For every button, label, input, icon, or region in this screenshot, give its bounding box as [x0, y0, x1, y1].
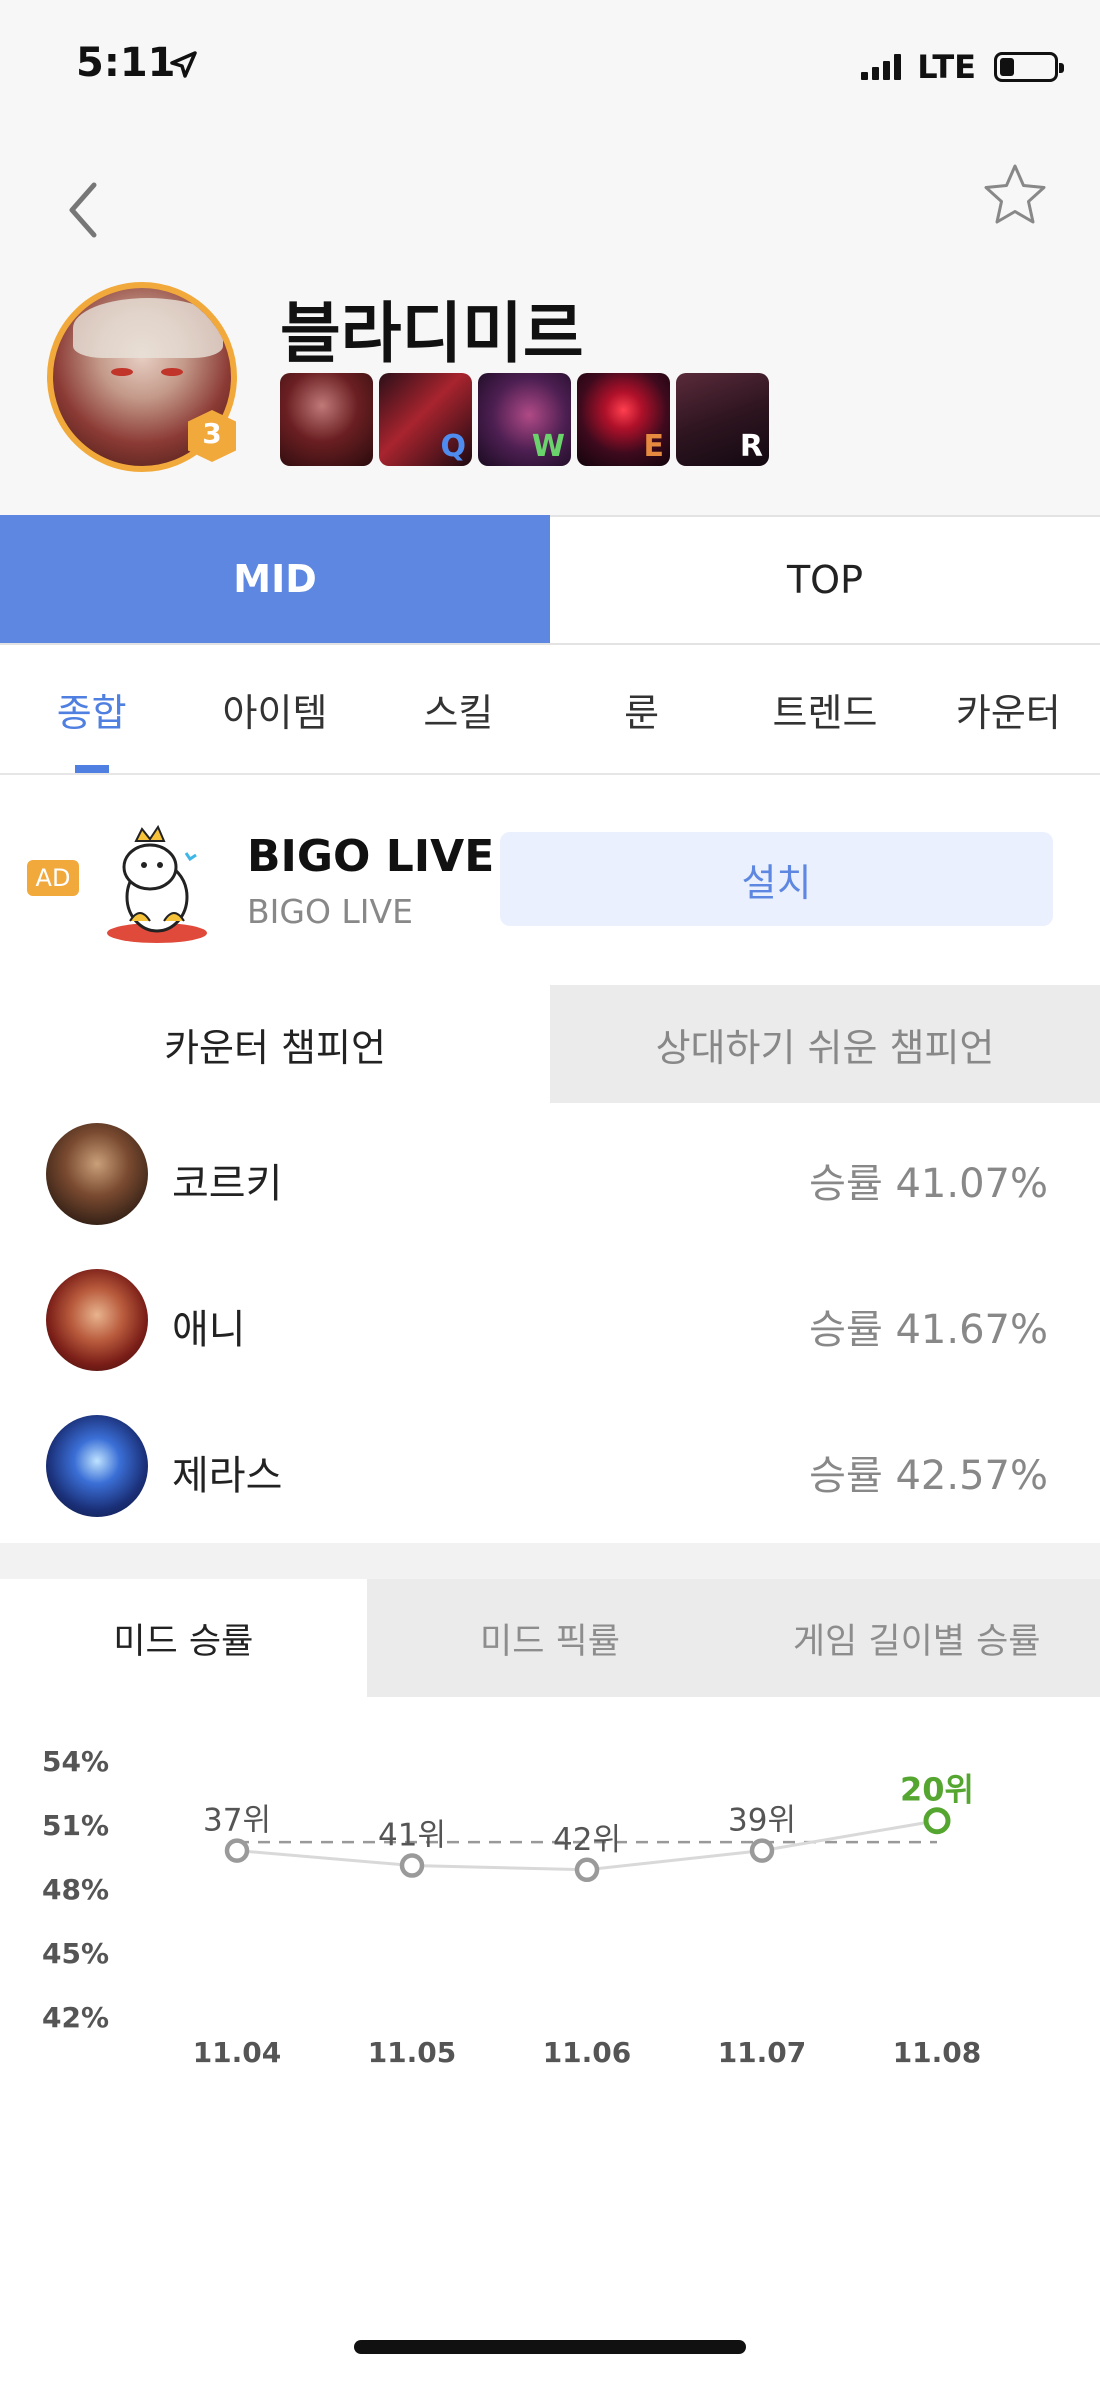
data-point [224, 1838, 250, 1863]
tab-skills[interactable]: 스킬 [367, 645, 550, 773]
win-rate: 승률 41.07% [809, 1161, 1048, 1207]
xerath-avatar [46, 1415, 148, 1517]
x-tick-label: 11.05 [368, 2036, 457, 2069]
r-skill-icon[interactable]: R [676, 373, 769, 466]
winrate-chart: 54% 51% 48% 45% 42% 11.04 11.05 11.06 11.07 11.08… [0, 1697, 1100, 2257]
favorite-star-icon[interactable] [980, 160, 1050, 230]
x-tick-label: 11.07 [718, 2036, 807, 2069]
rank-label: 41위 [378, 1818, 446, 1854]
tab-mid[interactable]: MID [0, 515, 550, 643]
tab-trends[interactable]: 트렌드 [733, 645, 916, 773]
status-time: 5:11 [76, 40, 176, 86]
list-item[interactable]: 코르키 승률 41.07% [0, 1103, 1100, 1249]
bigo-mascot-icon [107, 825, 207, 943]
tab-counter-champions[interactable]: 카운터 챔피언 [0, 985, 550, 1103]
counter-tabs: 카운터 챔피언 상대하기 쉬운 챔피언 [0, 985, 1100, 1103]
tab-winrate-by-length[interactable]: 게임 길이별 승률 [733, 1579, 1100, 1697]
data-point [574, 1857, 600, 1883]
counter-list: 코르키 승률 41.07% 애니 승률 41.67% 제라스 승률 42.57% [0, 1103, 1100, 1543]
tab-mid-winrate[interactable]: 미드 승률 [0, 1579, 367, 1697]
y-tick-label: 54% [42, 1745, 109, 1778]
tab-runes[interactable]: 룬 [550, 645, 733, 773]
q-skill-icon[interactable]: Q [379, 373, 472, 466]
active-tab-indicator [75, 765, 109, 773]
list-item[interactable]: 애니 승률 41.67% [0, 1249, 1100, 1395]
section-tabs: 종합 아이템 스킬 룬 트렌드 카운터 [0, 645, 1100, 775]
data-point [749, 1838, 775, 1863]
skill-icons: Q W E R [280, 373, 769, 466]
list-item[interactable]: 제라스 승률 42.57% [0, 1395, 1100, 1541]
y-tick-label: 42% [42, 2001, 109, 2034]
chart-tabs: 미드 승률 미드 픽률 게임 길이별 승률 [0, 1579, 1100, 1697]
annie-avatar [46, 1269, 148, 1371]
w-skill-icon[interactable]: W [478, 373, 571, 466]
install-button[interactable]: 설치 [500, 832, 1053, 926]
y-tick-label: 45% [42, 1937, 109, 1970]
rank-label: 37위 [203, 1803, 271, 1839]
tab-counters[interactable]: 카운터 [917, 645, 1100, 773]
win-rate: 승률 41.67% [809, 1307, 1048, 1353]
corki-avatar [46, 1123, 148, 1225]
e-skill-icon[interactable]: E [577, 373, 670, 466]
rank-label: 42위 [553, 1822, 621, 1858]
tab-top[interactable]: TOP [550, 515, 1100, 643]
back-chevron-icon[interactable] [58, 165, 118, 255]
tab-overview-label: 종합 [56, 690, 127, 735]
y-tick-label: 51% [42, 1809, 109, 1842]
tab-easy-champions[interactable]: 상대하기 쉬운 챔피언 [550, 985, 1100, 1103]
tab-items[interactable]: 아이템 [183, 645, 366, 773]
ad-badge: AD [27, 860, 79, 896]
champion-name: 애니 [172, 1307, 246, 1353]
location-arrow-icon [170, 51, 197, 78]
winrate-line-chart: 54% 51% 48% 45% 42% 11.04 11.05 11.06 11.07 11.08… [42, 1745, 982, 2069]
champion-name: 제라스 [172, 1453, 283, 1499]
network-label: LTE [917, 48, 976, 86]
passive-skill-icon[interactable] [280, 373, 373, 466]
ad-banner[interactable]: AD BIGO LIVE BIGO LIVE 설치 [0, 775, 1100, 985]
champion-name: 블라디미르 [280, 295, 584, 372]
home-indicator [354, 2340, 746, 2354]
status-indicators: LTE [861, 48, 1064, 86]
win-rate: 승률 42.57% [809, 1453, 1048, 1499]
tab-overview[interactable]: 종합 [0, 645, 183, 773]
tab-mid-pickrate[interactable]: 미드 픽률 [366, 1579, 734, 1697]
x-tick-label: 11.08 [893, 2036, 982, 2069]
signal-icon [861, 54, 902, 80]
rank-label: 20위 [900, 1771, 974, 1809]
data-point [923, 1807, 951, 1835]
x-tick-label: 11.04 [193, 2036, 282, 2069]
status-bar: 5:11 LTE [0, 0, 1100, 130]
ad-title: BIGO LIVE [247, 831, 495, 882]
section-divider [0, 1543, 1100, 1579]
y-tick-label: 48% [42, 1873, 109, 1906]
ad-subtitle: BIGO LIVE [247, 892, 413, 931]
battery-icon [994, 52, 1064, 82]
data-point [399, 1853, 425, 1878]
champion-header: 3 블라디미르 Q W E R [0, 130, 1100, 515]
lane-tabs: MID TOP [0, 515, 1100, 645]
x-tick-label: 11.06 [543, 2036, 632, 2069]
rank-label: 39위 [728, 1803, 796, 1839]
champion-name: 코르키 [172, 1161, 283, 1207]
